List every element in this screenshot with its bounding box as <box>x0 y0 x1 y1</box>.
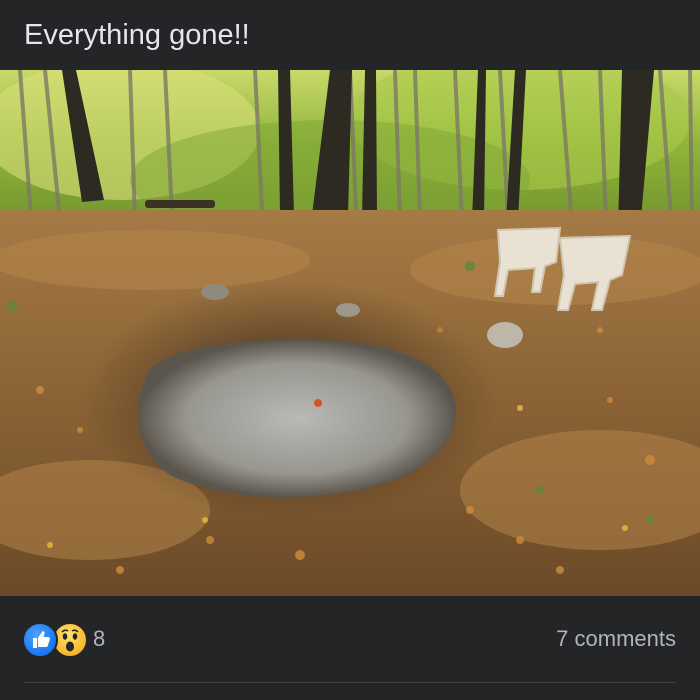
post-card: Everything gone!! 8 7 comments <box>0 0 700 700</box>
post-header: Everything gone!! <box>0 0 700 70</box>
reaction-count[interactable]: 8 <box>93 625 105 653</box>
like-icon <box>22 622 58 658</box>
post-photo[interactable] <box>0 70 700 596</box>
comments-count-link[interactable]: 7 comments <box>556 625 676 653</box>
reaction-icons[interactable] <box>22 622 90 658</box>
divider <box>24 682 676 683</box>
reactions-bar: 8 7 comments <box>0 596 700 700</box>
post-text: Everything gone!! <box>24 19 250 51</box>
